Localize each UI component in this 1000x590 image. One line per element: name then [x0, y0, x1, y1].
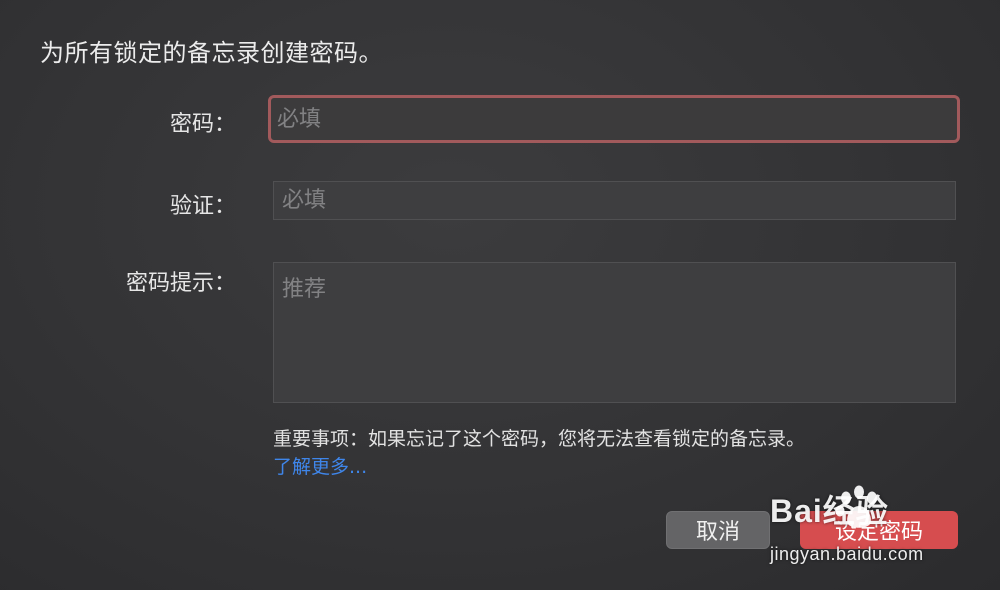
important-note: 重要事项：如果忘记了这个密码，您将无法查看锁定的备忘录。 — [273, 428, 806, 450]
password-field[interactable] — [268, 95, 960, 143]
watermark-url: jingyan.baidu.com — [770, 544, 924, 564]
baidu-paw-icon — [835, 485, 877, 528]
verify-label: 验证： — [169, 194, 236, 219]
cancel-button[interactable]: 取消 — [666, 511, 770, 549]
learn-more-link[interactable]: 了解更多... — [273, 452, 367, 479]
password-hint-field[interactable] — [273, 262, 956, 403]
verify-field[interactable] — [273, 181, 956, 220]
password-hint-label: 密码提示： — [125, 271, 236, 296]
dialog-heading: 为所有锁定的备忘录创建密码。 — [40, 39, 383, 67]
password-label: 密码： — [169, 112, 236, 137]
baidu-jingyan-watermark: Bai经验 jingyan.baidu.com — [770, 485, 980, 576]
